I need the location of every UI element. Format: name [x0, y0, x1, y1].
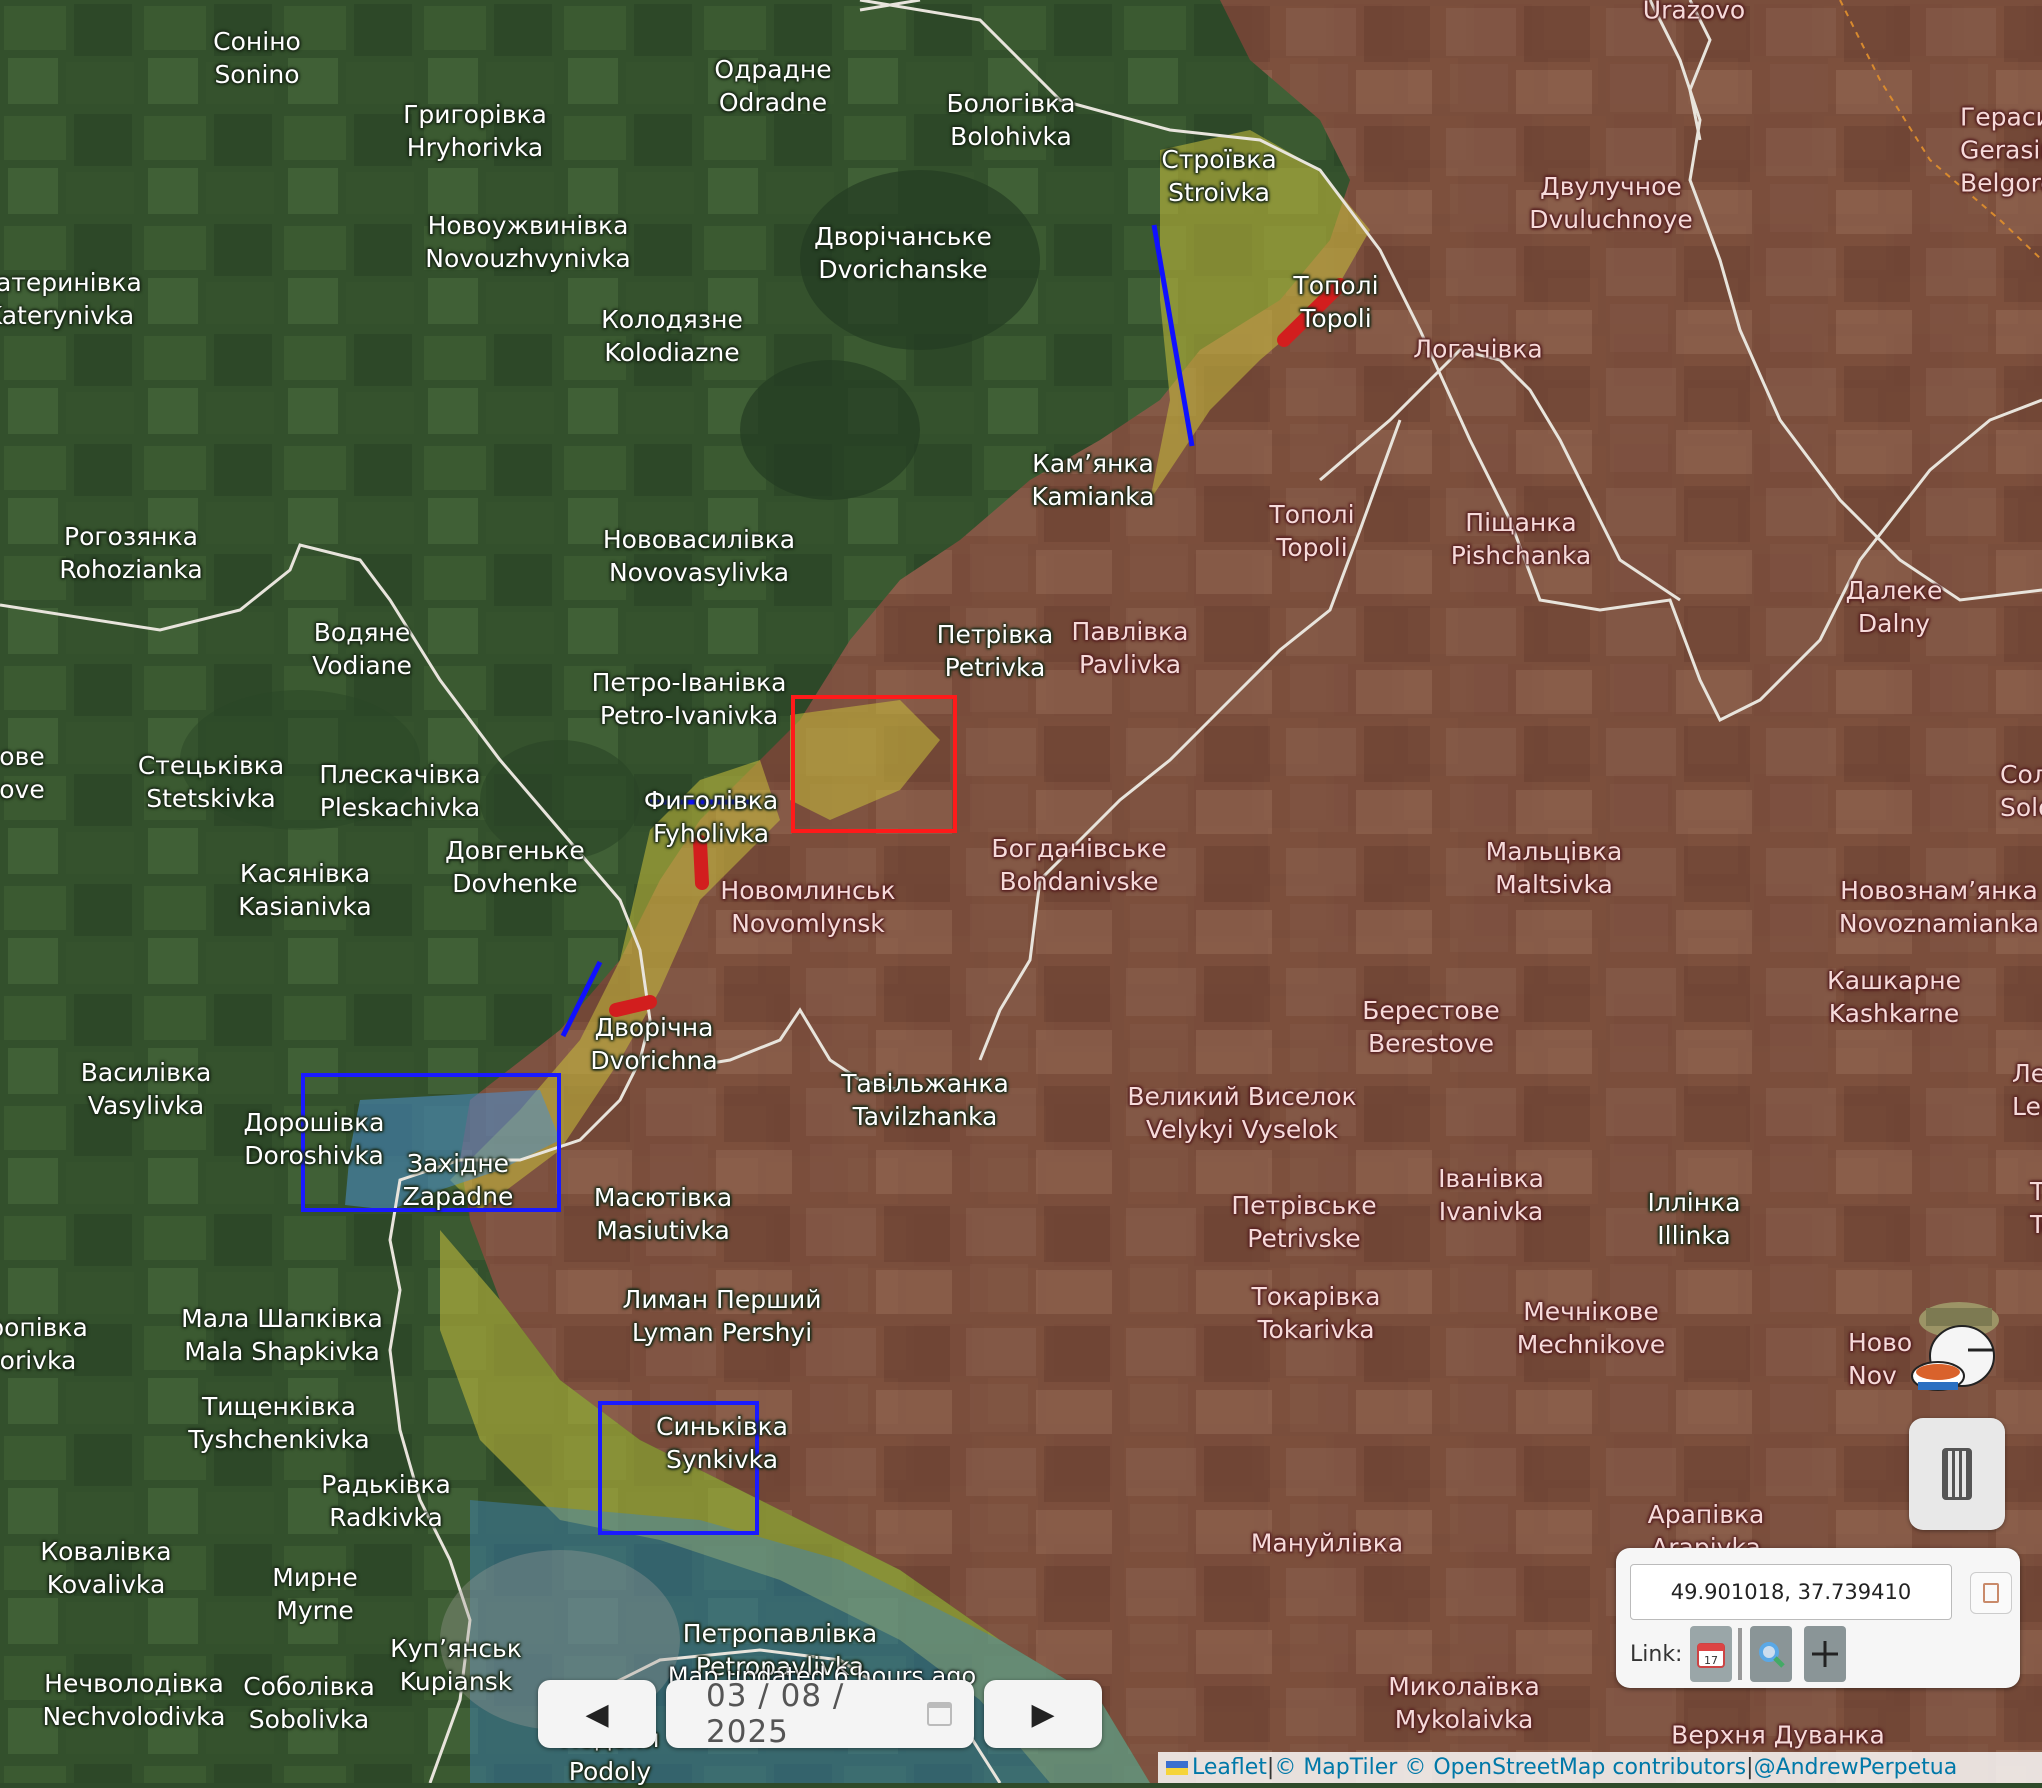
calendar-icon[interactable]	[927, 1702, 952, 1726]
ru-advance-fyholivka	[693, 835, 709, 890]
copy-coordinates-button[interactable]	[1970, 1572, 2012, 1614]
coordinates-panel: Link: 17	[1616, 1548, 2020, 1688]
link-zoom-button[interactable]	[1750, 1626, 1792, 1682]
mascot-icon[interactable]	[1904, 1290, 2014, 1414]
calendar-icon: 17	[1697, 1643, 1725, 1668]
author-link[interactable]: @AndrewPerpetua	[1754, 1755, 1958, 1780]
qr-code-icon	[1942, 1448, 1972, 1500]
osm-link[interactable]: © OpenStreetMap contributors	[1404, 1755, 1746, 1780]
maptiler-link[interactable]: © MapTiler	[1274, 1755, 1397, 1780]
link-date-button[interactable]: 17	[1690, 1626, 1732, 1682]
map-canvas[interactable]	[0, 0, 2042, 1783]
link-label: Link:	[1630, 1642, 1683, 1667]
date-picker[interactable]: 03 / 08 / 2025	[666, 1678, 974, 1750]
chevron-right-icon: ▶	[1031, 1696, 1055, 1732]
ru-advance-dvorichna	[609, 995, 657, 1017]
chevron-left-icon: ◀	[585, 1696, 609, 1732]
link-separator	[1738, 1628, 1742, 1680]
map-attribution: Leaflet | © MapTiler © OpenStreetMap con…	[1158, 1752, 2042, 1783]
crosshair-icon	[1812, 1641, 1838, 1667]
date-value: 03 / 08 / 2025	[706, 1678, 845, 1750]
link-crosshair-button[interactable]	[1804, 1626, 1846, 1682]
next-date-button[interactable]: ▶	[984, 1680, 1102, 1748]
clipboard-icon	[1983, 1583, 1999, 1603]
coordinates-field[interactable]	[1630, 1564, 1952, 1620]
attribution-separator: |	[1266, 1755, 1275, 1780]
previous-date-button[interactable]: ◀	[538, 1680, 656, 1748]
magnifier-icon	[1759, 1642, 1785, 1668]
qr-code-button[interactable]	[1909, 1418, 2005, 1530]
attribution-separator: |	[1746, 1755, 1754, 1780]
svg-text:17: 17	[1704, 1654, 1718, 1667]
ukraine-flag-icon	[1166, 1760, 1188, 1775]
leaflet-link[interactable]: Leaflet	[1192, 1755, 1267, 1780]
